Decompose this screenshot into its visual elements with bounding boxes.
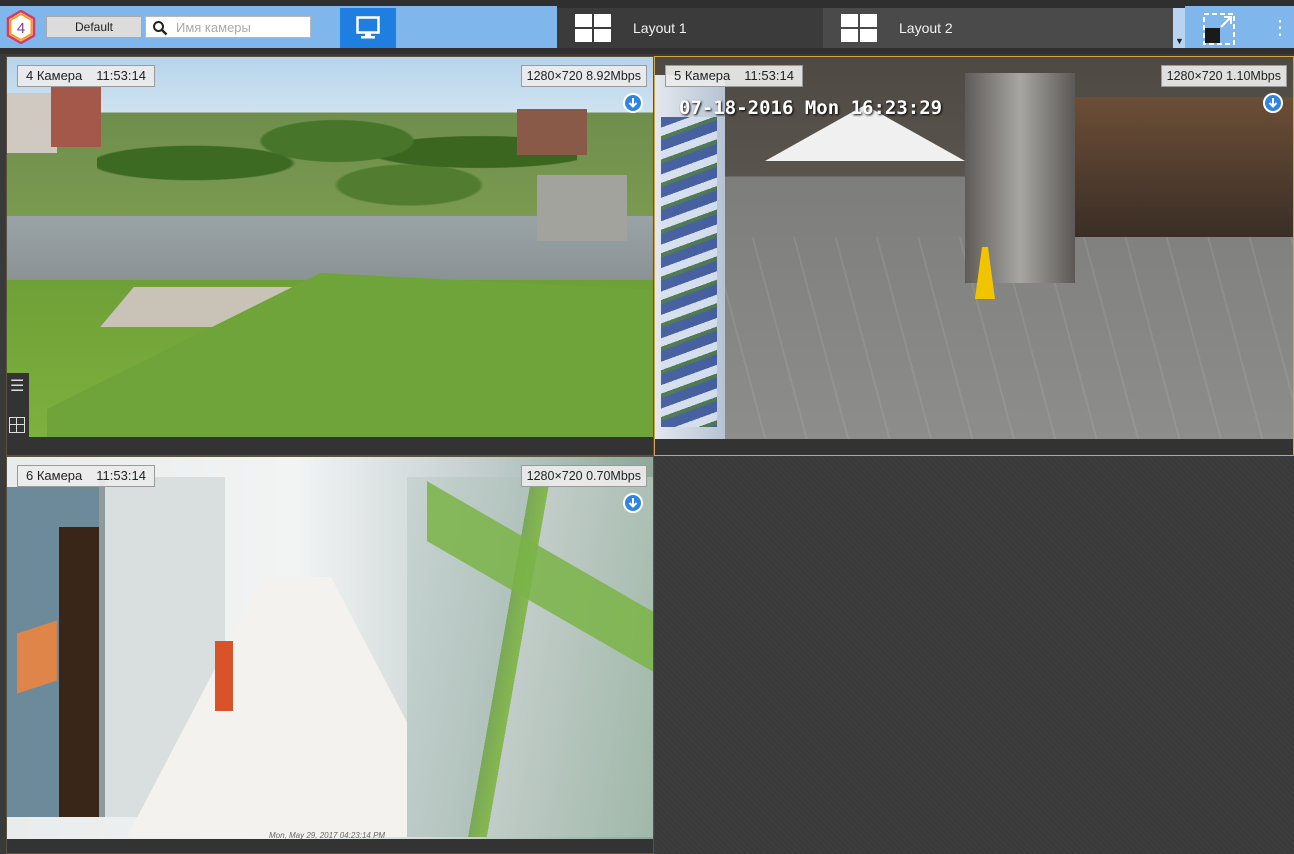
fullscreen-button[interactable] [1202,12,1236,46]
tab-label: Layout 1 [633,20,687,36]
camera-tile-4[interactable]: 4 Камера 11:53:14 1280×720 8.92Mbps ☰ [6,56,654,456]
scene-trees [97,97,577,207]
tile-bottom-bar [7,839,653,853]
camera-label: 6 Камера 11:53:14 [17,465,155,487]
more-icon[interactable]: ⋮ [1270,14,1290,42]
camera-name: 5 Камера [674,68,731,83]
monitor-button[interactable] [340,8,396,48]
list-icon[interactable]: ☰ [10,379,24,395]
layout-grid-icon [575,14,611,42]
download-button[interactable] [623,493,643,513]
scene-artwork [661,117,717,427]
scene-building [51,87,101,147]
camera-time: 11:53:14 [96,68,146,83]
app-logo-icon[interactable]: 4 [6,9,36,45]
download-button[interactable] [623,93,643,113]
stream-info: 1280×720 1.10Mbps [1160,65,1287,87]
empty-layout-cell[interactable] [654,456,1294,854]
camera-name: 4 Камера [26,68,83,83]
tab-layout-2[interactable]: Layout 2 [823,8,1173,48]
camera-search[interactable] [145,16,311,38]
camera-time: 11:53:14 [96,468,146,483]
scene-building [7,93,57,153]
camera-label: 5 Камера 11:53:14 [665,65,803,87]
tile-bottom-bar [7,437,653,455]
camera-label: 4 Камера 11:53:14 [17,65,155,87]
chevron-down-icon: ▼ [1175,36,1184,46]
layouts-dropdown-button[interactable]: ▼ [1173,8,1185,48]
stream-info: 1280×720 8.92Mbps [520,65,647,87]
tile-bottom-bar [655,439,1293,455]
search-input[interactable] [176,18,306,36]
fullscreen-icon [1203,13,1235,45]
download-icon [628,498,638,508]
layout-grid-icon [841,14,877,42]
scene-chair [215,641,233,711]
logo-text: 4 [17,20,25,37]
stream-info: 1280×720 0.70Mbps [520,465,647,487]
top-toolbar: 4 Default Layout 1 Layout 2 ▼ [0,0,1294,54]
tab-label: Layout 2 [899,20,953,36]
scene-shop [1075,97,1293,237]
camera-time: 11:53:14 [744,68,794,83]
monitor-icon [356,16,380,39]
camera-name: 6 Камера [26,468,83,483]
camera-osd-timestamp: 07-18-2016 Mon 16:23:29 [679,97,943,119]
camera-tile-6[interactable]: Mon, May 29, 2017 04:23:14 PM 6 Камера 11… [6,456,654,854]
search-icon [153,21,168,36]
camera-tile-5[interactable]: 07-18-2016 Mon 16:23:29 5 Камера 11:53:14… [654,56,1294,456]
side-panel: ☰ [7,373,29,441]
default-button[interactable]: Default [46,16,142,38]
scene-building [537,175,627,241]
tab-layout-1[interactable]: Layout 1 [557,8,823,48]
download-icon [628,98,638,108]
grid-icon[interactable] [9,417,25,433]
download-icon [1268,98,1278,108]
scene-building [517,109,587,155]
download-button[interactable] [1263,93,1283,113]
